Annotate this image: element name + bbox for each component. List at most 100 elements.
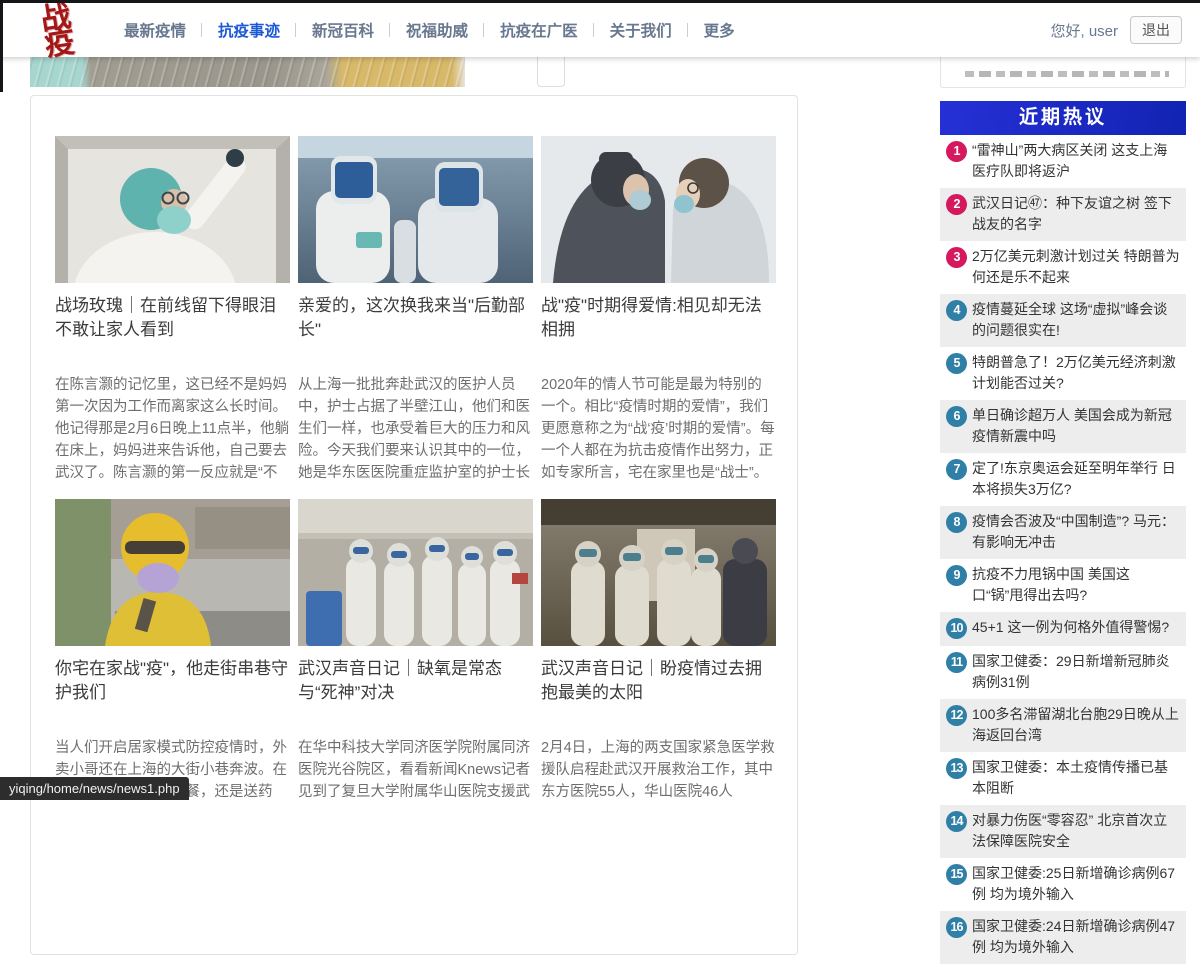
rank-badge: 8 (946, 512, 967, 533)
hot-topic-text: 单日确诊超万人 美国会成为新冠疫情新震中吗 (972, 407, 1172, 444)
hot-topic-item[interactable]: 8疫情会否波及“中国制造”? 马元：有影响无冲击 (940, 506, 1186, 559)
site-header: 最新疫情 抗疫事迹 新冠百科 祝福助威 抗疫在广医 关于我们 更多 您好, us… (0, 3, 1200, 57)
hot-topic-text: 国家卫健委：29日新增新冠肺炎病例31例 (972, 653, 1170, 690)
masked-couple-photo (541, 136, 776, 283)
article-image[interactable] (541, 136, 776, 283)
article-excerpt: 2020年的情人节可能是最为特别的一个。相比“疫情时期的爱情”，我们更愿意称之为… (541, 374, 776, 484)
nav-item-covid-encyclopedia[interactable]: 新冠百科 (296, 19, 390, 41)
nurse-door-photo (55, 136, 290, 283)
link-status-bar: yiqing/home/news/news1.php (0, 777, 189, 800)
rank-badge: 2 (946, 194, 967, 215)
carousel-fragment-box (537, 57, 565, 87)
main-nav: 最新疫情 抗疫事迹 新冠百科 祝福助威 抗疫在广医 关于我们 更多 (108, 3, 751, 57)
hot-topic-text: 疫情会否波及“中国制造”? 马元：有影响无冲击 (972, 513, 1175, 550)
hot-topic-text: 武汉日记㊼：种下友谊之树 签下战友的名字 (972, 195, 1172, 232)
rank-badge: 12 (946, 705, 967, 726)
article-title[interactable]: 战场玫瑰｜在前线留下得眼泪不敢让家人看到 (55, 294, 290, 342)
logout-button[interactable]: 退出 (1130, 16, 1182, 44)
article-card: 武汉声音日记｜缺氧是常态 与“死神”对决 在华中科技大学同济医学院附属同济医院光… (298, 499, 533, 803)
article-excerpt: 在华中科技大学同济医学院附属同济医院光谷院区，看看新闻Knews记者见到了复旦大… (298, 737, 533, 803)
hot-topic-item[interactable]: 7定了!东京奥运会延至明年举行 日本将损失3万亿? (940, 453, 1186, 506)
rank-badge: 11 (946, 652, 967, 673)
article-card: 武汉声音日记｜盼疫情过去拥抱最美的太阳 2月4日，上海的两支国家紧急医学救援队启… (541, 499, 776, 803)
hot-topic-item[interactable]: 14对暴力伤医“零容忍” 北京首次立法保障医院安全 (940, 805, 1186, 858)
nav-item-about-us[interactable]: 关于我们 (594, 19, 688, 41)
hot-topic-item[interactable]: 15国家卫健委:25日新增确诊病例67例 均为境外输入 (940, 858, 1186, 911)
hot-topic-text: 特朗普急了！2万亿美元经济刺激计划能否过关? (972, 354, 1176, 391)
article-card: 战"疫"时期得爱情:相见却无法相拥 2020年的情人节可能是最为特别的一个。相比… (541, 136, 776, 484)
rank-badge: 5 (946, 353, 967, 374)
rank-badge: 13 (946, 758, 967, 779)
hot-topic-text: 45+1 这一例为何格外值得警惕? (972, 619, 1169, 635)
hot-topic-text: 国家卫健委:24日新增确诊病例47例 均为境外输入 (972, 918, 1175, 955)
hot-topic-item[interactable]: 9抗疫不力甩锅中国 美国这口“锅”甩得出去吗? (940, 559, 1186, 612)
article-card: 亲爱的，这次换我来当"后勤部长" 从上海一批批奔赴武汉的医护人员中，护士占据了半… (298, 136, 533, 484)
sidebar: 近期热议 1“雷神山”两大病区关闭 这支上海医疗队即将返沪 2武汉日记㊼：种下友… (940, 44, 1186, 964)
hot-topic-item[interactable]: 1“雷神山”两大病区关闭 这支上海医疗队即将返沪 (940, 135, 1186, 188)
article-image[interactable] (55, 499, 290, 646)
rank-badge: 4 (946, 300, 967, 321)
articles-grid: 战场玫瑰｜在前线留下得眼泪不敢让家人看到 在陈言灏的记忆里，这已经不是妈妈第一次… (31, 96, 797, 803)
hot-topics-list: 1“雷神山”两大病区关闭 这支上海医疗队即将返沪 2武汉日记㊼：种下友谊之树 签… (940, 135, 1186, 964)
clipped-text-line (965, 71, 1169, 77)
ppe-team-corridor-photo (541, 499, 776, 646)
article-title[interactable]: 战"疫"时期得爱情:相见却无法相拥 (541, 294, 776, 342)
rank-badge: 10 (946, 618, 967, 639)
hospital-corridor-photo (298, 499, 533, 646)
ppe-workers-photo (298, 136, 533, 283)
hot-topic-text: “雷神山”两大病区关闭 这支上海医疗队即将返沪 (972, 142, 1167, 179)
nav-item-blessings[interactable]: 祝福助威 (390, 19, 484, 41)
rank-badge: 6 (946, 406, 967, 427)
window-left-border (0, 0, 3, 92)
hot-topic-item[interactable]: 13国家卫健委：本土疫情传播已基本阻断 (940, 752, 1186, 805)
article-title[interactable]: 亲爱的，这次换我来当"后勤部长" (298, 294, 533, 342)
nav-item-anti-epidemic-deeds[interactable]: 抗疫事迹 (202, 19, 296, 41)
hot-topic-text: 对暴力伤医“零容忍” 北京首次立法保障医院安全 (972, 812, 1167, 849)
rank-badge: 15 (946, 864, 967, 885)
hot-topic-text: 疫情蔓延全球 这场“虚拟”峰会谈的问题很实在! (972, 301, 1167, 338)
rank-badge: 16 (946, 917, 967, 938)
article-card: 战场玫瑰｜在前线留下得眼泪不敢让家人看到 在陈言灏的记忆里，这已经不是妈妈第一次… (55, 136, 290, 484)
user-greeting: 您好, user (1050, 20, 1118, 41)
articles-panel: 战场玫瑰｜在前线留下得眼泪不敢让家人看到 在陈言灏的记忆里，这已经不是妈妈第一次… (30, 95, 798, 955)
article-excerpt: 在陈言灏的记忆里，这已经不是妈妈第一次因为工作而离家这么长时间。他记得那是2月6… (55, 374, 290, 484)
hot-topic-text: 100多名滞留湖北台胞29日晚从上海返回台湾 (972, 706, 1179, 743)
delivery-rider-photo (55, 499, 290, 646)
article-image[interactable] (541, 499, 776, 646)
hot-topic-item[interactable]: 6单日确诊超万人 美国会成为新冠疫情新震中吗 (940, 400, 1186, 453)
hot-topic-item[interactable]: 11国家卫健委：29日新增新冠肺炎病例31例 (940, 646, 1186, 699)
article-card: 你宅在家战"疫"，他走街串巷守护我们 当人们开启居家模式防控疫情时，外卖小哥还在… (55, 499, 290, 803)
article-title[interactable]: 武汉声音日记｜盼疫情过去拥抱最美的太阳 (541, 657, 776, 705)
site-logo[interactable]: 战疫 (7, 0, 76, 80)
article-image[interactable] (298, 499, 533, 646)
nav-item-more[interactable]: 更多 (688, 19, 751, 41)
hot-topic-item[interactable]: 2武汉日记㊼：种下友谊之树 签下战友的名字 (940, 188, 1186, 241)
hot-topic-text: 定了!东京奥运会延至明年举行 日本将损失3万亿? (972, 460, 1176, 497)
nav-item-latest-epidemic[interactable]: 最新疫情 (108, 19, 202, 41)
hot-topic-item[interactable]: 32万亿美元刺激计划过关 特朗普为何还是乐不起来 (940, 241, 1186, 294)
hot-topic-text: 2万亿美元刺激计划过关 特朗普为何还是乐不起来 (972, 248, 1180, 285)
user-area: 您好, user 退出 (1050, 3, 1182, 57)
hot-topic-item[interactable]: 12100多名滞留湖北台胞29日晚从上海返回台湾 (940, 699, 1186, 752)
hot-topic-item[interactable]: 16国家卫健委:24日新增确诊病例47例 均为境外输入 (940, 911, 1186, 964)
rank-badge: 7 (946, 459, 967, 480)
article-image[interactable] (298, 136, 533, 283)
carousel-image-bottom-strip[interactable] (30, 57, 465, 87)
window-top-border (0, 0, 1200, 3)
article-title[interactable]: 你宅在家战"疫"，他走街串巷守护我们 (55, 657, 290, 705)
hot-topics-header: 近期热议 (940, 101, 1186, 135)
nav-item-anti-epidemic-gmu[interactable]: 抗疫在广医 (484, 19, 594, 41)
article-image[interactable] (55, 136, 290, 283)
article-excerpt: 从上海一批批奔赴武汉的医护人员中，护士占据了半壁江山，他们和医生们一样，也承受着… (298, 374, 533, 484)
rank-badge: 9 (946, 565, 967, 586)
hot-topic-text: 国家卫健委:25日新增确诊病例67例 均为境外输入 (972, 865, 1175, 902)
hot-topic-item[interactable]: 5特朗普急了！2万亿美元经济刺激计划能否过关? (940, 347, 1186, 400)
hot-topic-item[interactable]: 10 45+1 这一例为何格外值得警惕? (940, 612, 1186, 646)
rank-badge: 14 (946, 811, 967, 832)
hot-topic-text: 抗疫不力甩锅中国 美国这口“锅”甩得出去吗? (972, 566, 1130, 603)
article-title[interactable]: 武汉声音日记｜缺氧是常态 与“死神”对决 (298, 657, 533, 705)
rank-badge: 3 (946, 247, 967, 268)
hot-topic-text: 国家卫健委：本土疫情传播已基本阻断 (972, 759, 1168, 796)
article-excerpt: 2月4日，上海的两支国家紧急医学救援队启程赴武汉开展救治工作，其中东方医院55人… (541, 737, 776, 803)
hot-topic-item[interactable]: 4疫情蔓延全球 这场“虚拟”峰会谈的问题很实在! (940, 294, 1186, 347)
